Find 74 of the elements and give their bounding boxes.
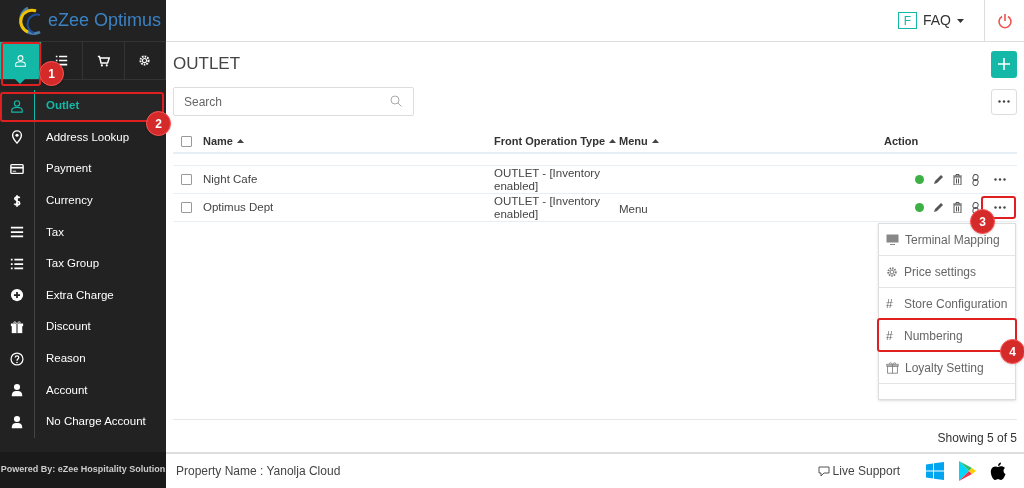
row-checkbox[interactable] [181,202,192,213]
table-cell-text: Optimus Dept [203,199,275,215]
sidebar-item[interactable]: No Charge Account [0,405,166,438]
chat-icon [817,465,830,477]
page-title: OUTLET [173,53,241,76]
link-icon[interactable] [971,173,980,186]
list-icon [55,54,69,67]
menu-icon [10,225,24,240]
play-store-icon[interactable] [958,461,976,481]
table-cell-text: OUTLET - [Inventory enabled] [494,166,601,193]
live-support-link[interactable]: Live Support [817,462,900,480]
gift-icon [886,361,899,374]
caret-icon [957,18,964,23]
sidebar-item[interactable]: Tax Group [0,247,166,280]
cart-icon [96,54,110,67]
more-icon [994,206,1006,209]
sort-arrow-icon [236,139,244,143]
user-icon [13,54,27,67]
settings-icon [886,265,898,278]
card-icon [10,162,24,176]
tab-pointer [15,79,26,84]
sort-arrow-icon [651,139,659,143]
sidebar-item[interactable]: Discount [0,311,166,343]
location-pin-icon [10,130,24,145]
property-name: Property Name : Yanolja Cloud [176,463,342,480]
gift-icon [10,319,24,334]
pencil-icon[interactable] [933,174,944,185]
hash-symbol: # [886,327,894,345]
record-count: Showing 5 of 5 [937,430,1017,447]
sidebar-item[interactable]: Account [0,374,166,406]
brand-name: eZee Optimus [48,9,162,32]
search-field[interactable]: Search [173,87,414,116]
question-icon [10,351,24,366]
windows-icon[interactable] [926,462,944,480]
column-header: Action [883,133,920,149]
table-cell: Menu [619,202,648,215]
faq-menu[interactable]: F FAQ [898,10,964,31]
sidebar-item[interactable]: Currency [0,184,166,217]
highlight-frame [1,42,41,86]
sidebar-item[interactable]: Reason [0,342,166,375]
sidebar-item[interactable]: Tax [0,216,166,248]
menu-item[interactable]: # Store Configuration [879,288,1015,320]
settings-icon [138,54,152,67]
select-all-checkbox[interactable] [181,135,192,147]
search-icon [390,95,402,107]
more-icon [994,178,1006,181]
column-header[interactable]: Front Operation Type [494,132,619,150]
monitor-icon [886,234,899,245]
faq-badge: F [898,12,917,29]
link-icon[interactable] [971,201,980,214]
hash-symbol: # [886,295,894,313]
column-header[interactable]: Name [203,132,494,150]
more-icon [998,100,1010,103]
apple-icon[interactable] [990,461,1006,481]
trash-icon[interactable] [953,174,962,185]
list-icon [10,256,24,271]
plus-icon [998,58,1010,70]
powered-by-text: Powered By: eZee Hospitality Solution [0,463,166,477]
person-icon [10,383,24,398]
pencil-icon[interactable] [933,202,944,213]
row-checkbox[interactable] [181,174,192,185]
sidebar-item[interactable]: Payment [0,153,166,185]
plus-circle-icon [10,288,24,303]
sidebar-item[interactable]: Extra Charge [0,279,166,312]
person-icon [10,414,24,429]
sort-arrow-icon [609,139,617,143]
column-header[interactable]: Menu [619,132,881,150]
table-cell-text: OUTLET - [Inventory enabled] [494,194,601,221]
table-cell-text: Night Cafe [203,171,259,187]
menu-item[interactable]: Price settings [879,256,1015,288]
trash-icon[interactable] [953,202,962,213]
user-icon [10,98,24,113]
more-button[interactable] [991,88,1017,115]
power-icon[interactable] [996,12,1013,29]
